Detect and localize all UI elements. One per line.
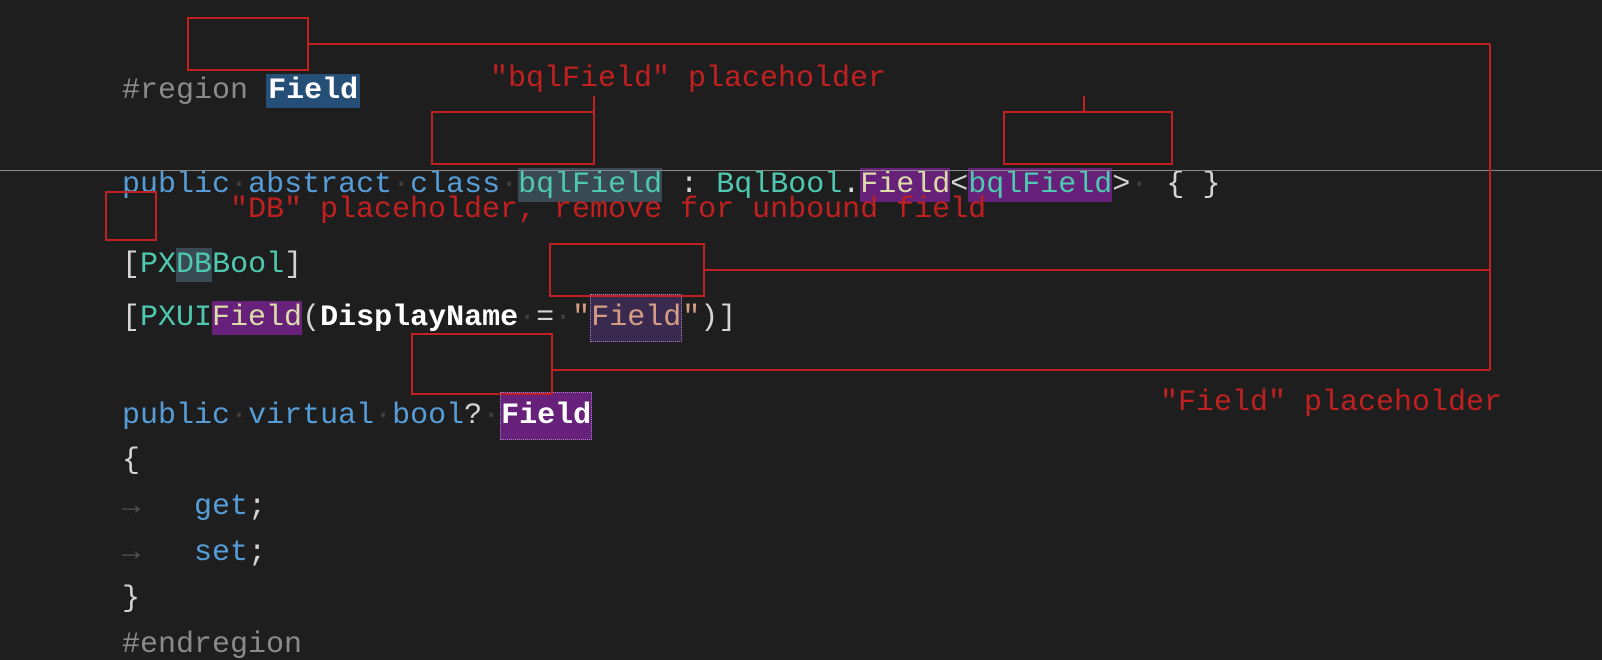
code-line: #region Field [50,22,360,68]
property-field-placeholder[interactable]: Field [500,392,592,440]
param-displayname: DisplayName [320,301,518,335]
code-line: } [50,530,140,576]
code-line: { [50,392,140,438]
annotation-bqlfield: "bqlField" placeholder [490,62,886,96]
keyword-virtual: virtual [248,399,374,433]
keyword-set: set [194,536,248,570]
region-directive: #region [122,74,248,108]
endregion-directive: #endregion [122,628,302,660]
code-line: → set; [50,484,266,530]
attr-pxui: PXUI [140,301,212,335]
region-name-placeholder[interactable]: Field [266,74,360,108]
displayname-field-placeholder[interactable]: Field [590,294,682,342]
code-line: public·virtual·bool?·Field [50,346,592,392]
code-line: [PXUIField(DisplayName·=·"Field")] [50,248,736,294]
code-line: → get; [50,438,266,484]
annotation-field: "Field" placeholder [1160,386,1502,420]
generic-bqlfield-placeholder[interactable]: bqlField [968,168,1112,202]
annotation-db: "DB" placeholder, remove for unbound fie… [230,193,986,227]
divider-line [0,170,1602,171]
attr-field: Field [212,301,302,335]
code-line: #endregion [50,576,302,622]
keyword-bool: bool [392,399,464,433]
code-line: public·abstract·class·bqlField : BqlBool… [50,116,1220,162]
code-editor[interactable]: #region Field public·abstract·class·bqlF… [0,0,1602,660]
